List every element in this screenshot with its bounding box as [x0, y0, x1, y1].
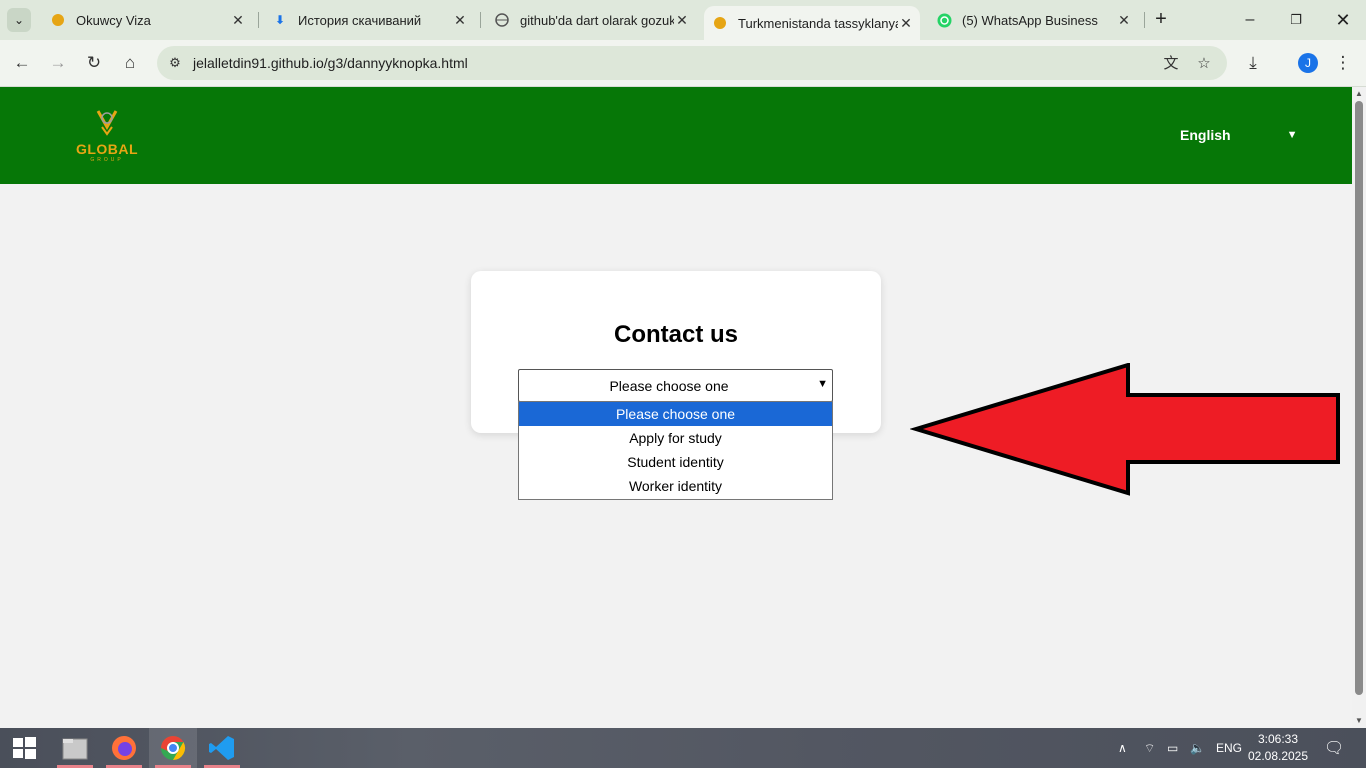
start-button[interactable] — [0, 728, 48, 768]
translate-icon[interactable]: 文 — [1161, 54, 1181, 74]
home-icon: ⌂ — [124, 53, 136, 72]
language-label: English — [1180, 127, 1231, 143]
taskbar-file-explorer[interactable] — [51, 728, 99, 768]
restore-icon: ❐ — [1290, 12, 1302, 27]
arrow-right-icon: → — [49, 53, 67, 72]
close-icon[interactable]: ✕ — [230, 12, 246, 28]
site-settings-icon[interactable]: ⚙ — [166, 54, 184, 72]
tab-turkmenistanda-active[interactable]: Turkmenistanda tassyklanya ✕ — [704, 6, 920, 40]
chevron-down-icon: ⌄ — [13, 13, 25, 27]
web-page: GLOBAL GROUP English ▼ Contact us Please… — [0, 87, 1352, 728]
download-icon: ⬇ — [274, 13, 286, 27]
windows-taskbar: ∧ ⌔ ▭ 🔈 ENG 3:06:33 02.08.2025 🗨 — [0, 728, 1366, 768]
tray-chevron-up-icon[interactable]: ∧ — [1118, 728, 1127, 768]
tab-okuwcy-viza[interactable]: Okuwcy Viza ✕ — [36, 0, 258, 40]
address-bar[interactable]: ⚙ jelalletdin91.github.io/g3/dannyyknopk… — [157, 46, 1227, 80]
network-icon[interactable]: ⌔ — [1144, 728, 1155, 768]
whatsapp-icon — [936, 12, 952, 28]
select-value: Please choose one — [609, 378, 729, 394]
option-worker-identity[interactable]: Worker identity — [519, 474, 832, 498]
reload-icon: ↻ — [86, 53, 102, 72]
option-apply-for-study[interactable]: Apply for study — [519, 426, 832, 450]
scroll-thumb[interactable] — [1355, 101, 1363, 695]
tab-strip: ⌄ Okuwcy Viza ✕ ⬇ История скачиваний ✕ g… — [0, 0, 1366, 40]
site-header: GLOBAL GROUP English ▼ — [0, 87, 1352, 184]
restore-button[interactable]: ❐ — [1273, 0, 1319, 40]
chevron-down-icon: ▼ — [1286, 129, 1298, 141]
close-icon[interactable]: ✕ — [898, 15, 914, 31]
close-icon[interactable]: ✕ — [1116, 12, 1132, 28]
tab-search-button[interactable]: ⌄ — [7, 8, 31, 32]
clock-date: 02.08.2025 — [1247, 749, 1309, 763]
select-dropdown-list: Please choose one Apply for study Studen… — [518, 401, 833, 500]
minimize-button[interactable]: – — [1227, 0, 1273, 40]
system-clock[interactable]: 3:06:33 02.08.2025 — [1246, 731, 1310, 765]
option-student-identity[interactable]: Student identity — [519, 450, 832, 474]
more-vertical-icon: ⋮ — [1334, 53, 1352, 72]
close-window-button[interactable]: ✕ — [1320, 0, 1366, 40]
clock-time: 3:06:33 — [1257, 732, 1299, 746]
scroll-up-arrow[interactable]: ▲ — [1354, 89, 1364, 99]
file-explorer-icon — [62, 738, 88, 760]
page-scrollbar[interactable]: ▲ ▼ — [1352, 87, 1366, 728]
tab-whatsapp[interactable]: (5) WhatsApp Business ✕ — [922, 0, 1144, 40]
back-button[interactable]: ← — [9, 50, 35, 76]
tab-title: github'da dart olarak gozuk — [520, 12, 674, 28]
chrome-icon — [161, 736, 186, 760]
contact-title: Contact us — [613, 321, 738, 348]
logo-subtext: GROUP — [90, 157, 124, 163]
contact-select[interactable]: Please choose one ▼ — [518, 369, 833, 402]
option-please-choose-one[interactable]: Please choose one — [519, 402, 832, 426]
tab-separator — [1144, 12, 1145, 28]
globe-icon — [494, 12, 510, 28]
close-icon[interactable]: ✕ — [674, 12, 690, 28]
profile-avatar[interactable]: J — [1298, 53, 1318, 73]
bookmark-star-icon[interactable]: ☆ — [1194, 54, 1214, 74]
global-logo-favicon — [50, 12, 66, 28]
logo-text: GLOBAL — [75, 141, 139, 157]
download-icon: ⤓ — [1249, 53, 1257, 72]
new-tab-button[interactable]: + — [1150, 8, 1172, 30]
scroll-down-arrow[interactable]: ▼ — [1354, 716, 1364, 726]
tab-download-history[interactable]: ⬇ История скачиваний ✕ — [258, 0, 480, 40]
firefox-icon — [112, 736, 136, 760]
tab-title: Okuwcy Viza — [76, 12, 151, 28]
global-group-logo[interactable]: GLOBAL GROUP — [72, 107, 142, 163]
red-arrow-annotation — [910, 363, 1340, 496]
taskbar-vscode[interactable] — [198, 728, 246, 768]
reload-button[interactable]: ↻ — [81, 50, 107, 76]
notification-center-icon[interactable]: 🗨 — [1324, 728, 1344, 768]
downloads-button[interactable]: ⤓ — [1240, 50, 1266, 76]
windows-logo-icon — [13, 737, 36, 759]
url-text: jelalletdin91.github.io/g3/dannyyknopka.… — [193, 55, 468, 71]
browser-toolbar: ← → ↻ ⌂ ⚙ jelalletdin91.github.io/g3/dan… — [0, 40, 1366, 87]
forward-button[interactable]: → — [45, 50, 71, 76]
language-selector[interactable]: English ▼ — [1180, 127, 1297, 143]
logo-mark-icon — [96, 110, 118, 136]
close-icon: ✕ — [1335, 9, 1351, 30]
tab-github-dart[interactable]: github'da dart olarak gozuk ✕ — [480, 0, 702, 40]
taskbar-chrome[interactable] — [149, 728, 197, 768]
volume-icon[interactable]: 🔈 — [1190, 728, 1205, 768]
home-button[interactable]: ⌂ — [117, 50, 143, 76]
tab-title: Turkmenistanda tassyklanya — [738, 15, 898, 31]
battery-icon[interactable]: ▭ — [1167, 728, 1178, 768]
global-logo-favicon — [712, 15, 728, 31]
tab-title: История скачиваний — [298, 12, 422, 28]
taskbar-firefox[interactable] — [100, 728, 148, 768]
vscode-icon — [209, 736, 234, 760]
tab-title: (5) WhatsApp Business — [962, 12, 1098, 28]
input-language[interactable]: ENG — [1216, 728, 1242, 768]
arrow-left-icon: ← — [13, 53, 31, 72]
close-icon[interactable]: ✕ — [452, 12, 468, 28]
chevron-down-icon: ▼ — [817, 378, 828, 390]
menu-button[interactable]: ⋮ — [1330, 50, 1356, 76]
